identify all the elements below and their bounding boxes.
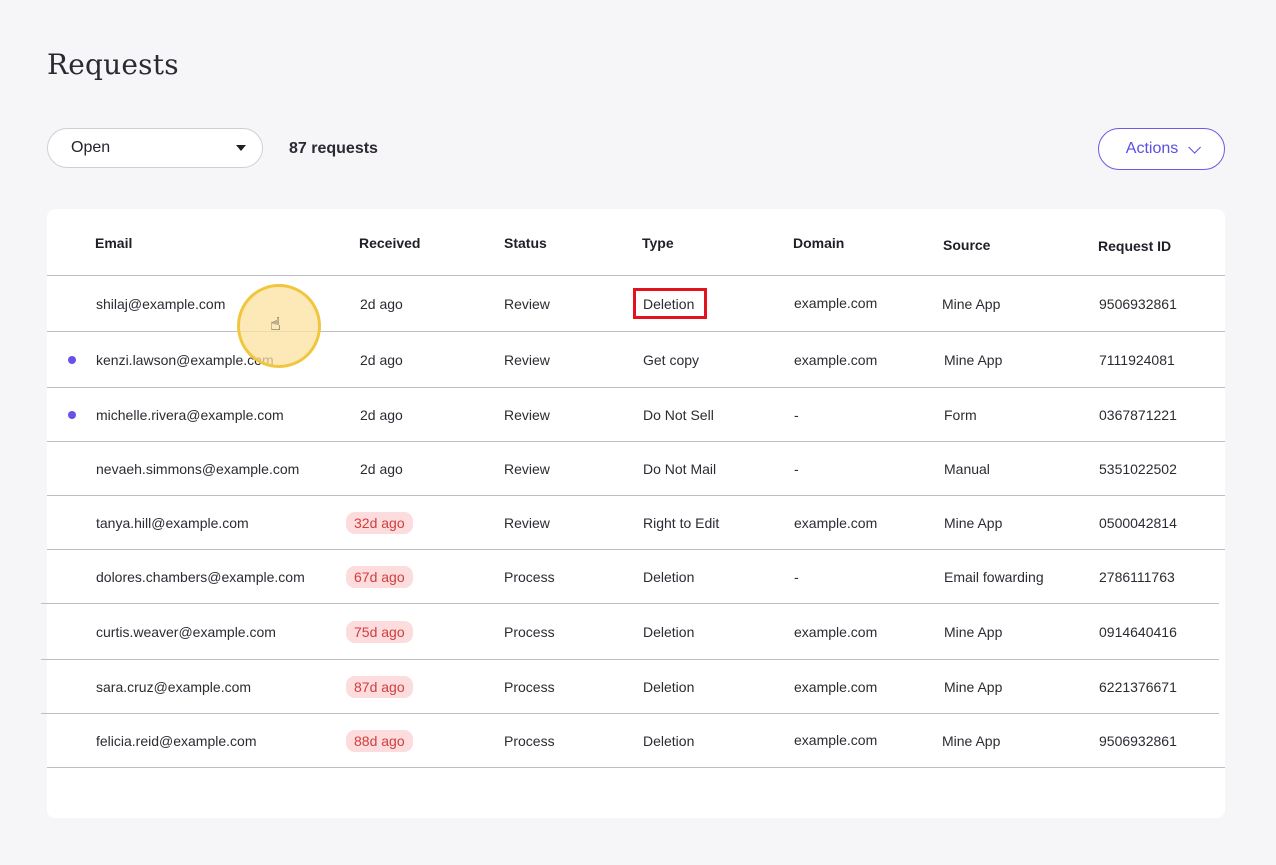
- unread-indicator: [68, 410, 76, 419]
- column-header-email[interactable]: Email: [95, 235, 132, 251]
- row-domain: example.com: [794, 623, 878, 640]
- row-status: Review: [504, 514, 550, 531]
- row-request-id: 0500042814: [1099, 514, 1177, 531]
- row-type: Get copy: [643, 351, 700, 368]
- table-row[interactable]: kenzi.lawson@example.com 2d ago Review G…: [47, 332, 1225, 388]
- row-type: Deletion: [643, 568, 695, 585]
- row-source: Mine App: [944, 514, 1003, 531]
- row-received: 2d ago: [360, 406, 403, 423]
- row-request-id: 9506932861: [1099, 295, 1177, 312]
- chevron-down-icon: [1188, 140, 1202, 154]
- table-row[interactable]: tanya.hill@example.com 32d ago Review Ri…: [47, 496, 1225, 550]
- row-type: Right to Edit: [643, 514, 720, 531]
- row-email: kenzi.lawson@example.com: [96, 351, 274, 368]
- row-type: Deletion: [643, 678, 695, 695]
- row-status: Review: [504, 460, 550, 477]
- row-source: Manual: [944, 460, 990, 477]
- row-domain: example.com: [794, 351, 878, 368]
- table-row[interactable]: felicia.reid@example.com 88d ago Process…: [47, 714, 1225, 768]
- overdue-badge: 32d ago: [346, 511, 413, 534]
- row-type: Do Not Mail: [643, 460, 717, 477]
- row-source: Mine App: [942, 295, 1001, 312]
- table-row[interactable]: shilaj@example.com 2d ago Review Deletio…: [47, 276, 1225, 332]
- row-source: Mine App: [942, 732, 1001, 749]
- table-header: Email Received Status Type Domain Source…: [47, 209, 1225, 276]
- table-row[interactable]: michelle.rivera@example.com 2d ago Revie…: [47, 388, 1225, 442]
- row-status: Process: [504, 732, 555, 749]
- row-received: 2d ago: [360, 460, 403, 477]
- row-request-id: 0367871221: [1099, 406, 1177, 423]
- row-received: 2d ago: [360, 351, 403, 368]
- row-email: shilaj@example.com: [96, 295, 226, 312]
- overdue-badge: 75d ago: [346, 620, 413, 643]
- row-email: michelle.rivera@example.com: [96, 406, 284, 423]
- row-domain: -: [794, 460, 799, 477]
- table-row[interactable]: dolores.chambers@example.com 67d ago Pro…: [41, 550, 1219, 604]
- column-header-request-id[interactable]: Request ID: [1098, 238, 1171, 254]
- row-source: Mine App: [944, 678, 1003, 695]
- column-header-source[interactable]: Source: [943, 237, 990, 253]
- row-domain: example.com: [794, 678, 878, 695]
- row-request-id: 7111924081: [1099, 351, 1175, 368]
- row-request-id: 5351022502: [1099, 460, 1177, 477]
- column-header-received[interactable]: Received: [359, 235, 420, 251]
- row-type: Deletion: [643, 623, 695, 640]
- actions-label: Actions: [1125, 140, 1179, 157]
- actions-button[interactable]: Actions: [1098, 128, 1225, 170]
- request-count: 87 requests: [289, 140, 378, 157]
- row-status: Review: [504, 295, 550, 312]
- page-title: Requests: [47, 48, 179, 81]
- row-email: nevaeh.simmons@example.com: [96, 460, 300, 477]
- overdue-badge: 67d ago: [346, 565, 413, 588]
- status-filter-select[interactable]: Open: [47, 128, 263, 168]
- requests-table: Email Received Status Type Domain Source…: [41, 209, 1225, 818]
- row-status: Process: [504, 678, 555, 695]
- row-source: Mine App: [944, 623, 1003, 640]
- row-domain: example.com: [794, 514, 878, 531]
- status-filter-value: Open: [71, 139, 111, 156]
- column-header-domain[interactable]: Domain: [793, 235, 844, 251]
- row-email: curtis.weaver@example.com: [96, 623, 276, 640]
- row-request-id: 2786111763: [1099, 568, 1175, 585]
- row-status: Process: [504, 568, 555, 585]
- row-type: Deletion: [643, 295, 695, 312]
- row-status: Process: [504, 623, 555, 640]
- row-type: Do Not Sell: [643, 406, 714, 423]
- row-email: sara.cruz@example.com: [96, 678, 252, 695]
- row-domain: -: [794, 568, 799, 585]
- unread-indicator: [68, 355, 76, 364]
- row-source: Form: [944, 406, 977, 423]
- table-row[interactable]: curtis.weaver@example.com 75d ago Proces…: [41, 604, 1219, 660]
- column-header-type[interactable]: Type: [642, 235, 674, 251]
- caret-down-icon: [236, 145, 246, 151]
- row-request-id: 6221376671: [1099, 678, 1177, 695]
- row-type: Deletion: [643, 732, 695, 749]
- column-header-status[interactable]: Status: [504, 235, 547, 251]
- row-status: Review: [504, 351, 550, 368]
- row-domain: example.com: [794, 294, 878, 311]
- overdue-badge: 87d ago: [346, 675, 413, 698]
- row-source: Mine App: [944, 351, 1003, 368]
- row-domain: example.com: [794, 731, 878, 748]
- row-email: tanya.hill@example.com: [96, 514, 249, 531]
- row-received: 2d ago: [360, 295, 403, 312]
- row-request-id: 9506932861: [1099, 732, 1177, 749]
- row-request-id: 0914640416: [1099, 623, 1177, 640]
- overdue-badge: 88d ago: [346, 729, 413, 752]
- row-domain: -: [794, 406, 799, 423]
- row-source: Email fowarding: [944, 568, 1044, 585]
- row-status: Review: [504, 406, 550, 423]
- table-row[interactable]: nevaeh.simmons@example.com 2d ago Review…: [47, 442, 1225, 496]
- row-email: dolores.chambers@example.com: [96, 568, 305, 585]
- row-email: felicia.reid@example.com: [96, 732, 257, 749]
- table-row[interactable]: sara.cruz@example.com 87d ago Process De…: [41, 660, 1219, 714]
